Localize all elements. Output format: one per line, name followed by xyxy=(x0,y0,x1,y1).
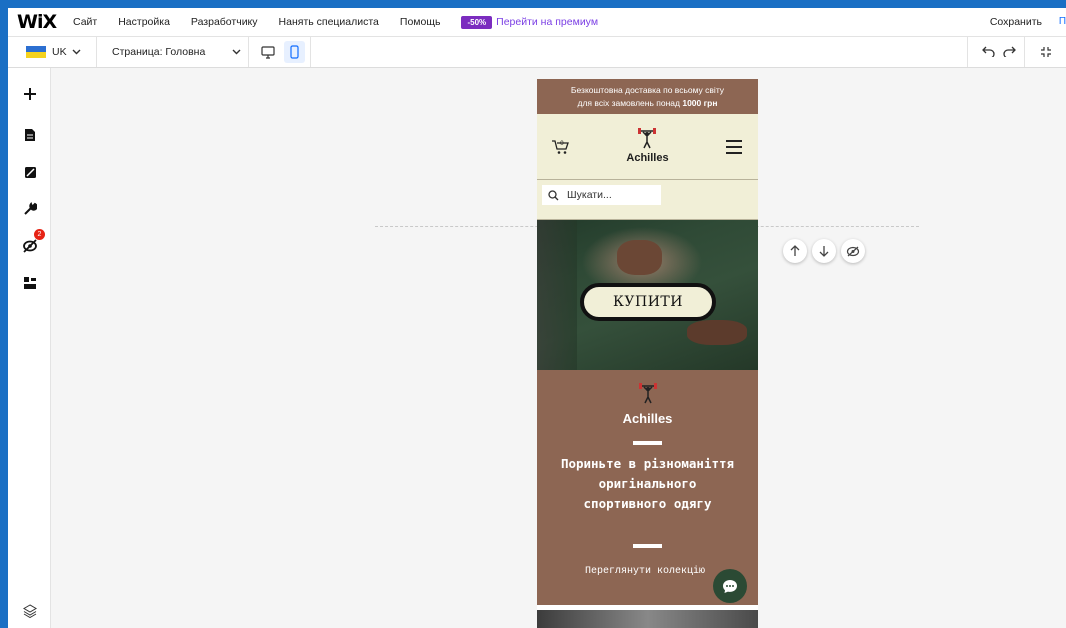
hero-background xyxy=(537,220,577,370)
save-button[interactable]: Сохранить xyxy=(990,16,1042,28)
pages-icon[interactable] xyxy=(19,124,41,146)
menu-hire-expert[interactable]: Нанять специалиста xyxy=(279,16,379,28)
move-up-icon[interactable] xyxy=(783,239,807,263)
move-down-icon[interactable] xyxy=(812,239,836,263)
menu-help[interactable]: Помощь xyxy=(400,16,441,28)
hero-model-hand xyxy=(687,320,747,345)
wix-logo[interactable]: WiX xyxy=(17,11,73,33)
desktop-view-icon[interactable] xyxy=(257,41,279,63)
language-selector[interactable]: UK xyxy=(8,37,97,67)
device-switcher xyxy=(249,37,311,67)
page-selector-label: Страница: Головна xyxy=(112,46,206,58)
svg-text:0: 0 xyxy=(560,140,564,147)
view-collection-link[interactable]: Переглянути колекцію xyxy=(585,566,705,577)
mobile-site-preview: Безкоштовна доставка по всьому світу для… xyxy=(537,79,758,628)
search-placeholder: Шукати... xyxy=(567,189,612,201)
menu-site[interactable]: Сайт xyxy=(73,16,97,28)
about-section: Achilles Пориньте в різноманіття оригіна… xyxy=(537,370,758,605)
search-row: Шукати... xyxy=(537,180,758,220)
discount-badge: -50% xyxy=(461,15,493,29)
hero-image: КУПИТИ xyxy=(537,220,758,370)
chevron-down-icon xyxy=(232,47,241,58)
upgrade-promo[interactable]: -50% Перейти на премиум xyxy=(461,15,598,29)
site-header: 0 Achilles xyxy=(537,114,758,180)
zoom-out-icon[interactable] xyxy=(1024,37,1066,67)
chevron-down-icon xyxy=(72,47,81,58)
menu-developer[interactable]: Разработчику xyxy=(191,16,258,28)
announcement-line-1: Безкоштовна доставка по всьому світу xyxy=(570,85,725,95)
language-code: UK xyxy=(52,46,67,58)
announcement-bar: Безкоштовна доставка по всьому світу для… xyxy=(537,79,758,114)
page-selector[interactable]: Страница: Головна xyxy=(97,37,249,67)
announcement-line-2: для всіх замовлень понад 1000 грн xyxy=(537,97,758,110)
upgrade-link[interactable]: Перейти на премиум xyxy=(496,16,598,28)
weightlifter-logo-icon xyxy=(638,382,658,409)
undo-icon[interactable] xyxy=(982,44,995,61)
hamburger-menu-icon[interactable] xyxy=(726,140,742,158)
mobile-view-icon[interactable] xyxy=(283,41,305,63)
announcement-text: для всіх замовлень понад xyxy=(577,98,683,108)
ukraine-flag-icon xyxy=(26,46,46,58)
editor-toolbar: UK Страница: Головна xyxy=(8,37,1066,68)
search-icon xyxy=(548,189,559,200)
tools-wrench-icon[interactable] xyxy=(19,198,41,220)
editor-window: WiX Сайт Настройка Разработчику Нанять с… xyxy=(8,8,1066,628)
preview-button-cut[interactable]: П xyxy=(1059,16,1066,27)
history-controls xyxy=(967,37,1024,67)
announcement-amount: 1000 грн xyxy=(682,98,718,108)
add-elements-icon[interactable] xyxy=(19,83,41,105)
brand-name: Achilles xyxy=(622,411,673,426)
divider xyxy=(633,441,662,445)
brand-name[interactable]: Achilles xyxy=(537,152,758,164)
notification-badge: 2 xyxy=(34,229,45,240)
left-toolbar: 2 xyxy=(8,68,51,628)
layout-tools-icon[interactable] xyxy=(19,272,41,294)
next-section-image xyxy=(537,610,758,628)
divider xyxy=(633,544,662,548)
weightlifter-logo-icon[interactable] xyxy=(637,127,657,154)
hero-model-hand xyxy=(617,240,662,275)
search-input[interactable]: Шукати... xyxy=(542,185,661,205)
hidden-elements-icon[interactable]: 2 xyxy=(19,229,45,257)
slogan-heading: Пориньте в різноманіття оригінального сп… xyxy=(560,456,735,511)
layers-icon[interactable] xyxy=(19,600,41,622)
menu-settings[interactable]: Настройка xyxy=(118,16,170,28)
redo-icon[interactable] xyxy=(1003,44,1016,61)
buy-button[interactable]: КУПИТИ xyxy=(580,283,716,321)
chat-icon[interactable] xyxy=(713,569,747,603)
hide-section-icon[interactable] xyxy=(841,239,865,263)
design-icon[interactable] xyxy=(19,161,41,183)
top-menu-bar: WiX Сайт Настройка Разработчику Нанять с… xyxy=(8,8,1066,37)
